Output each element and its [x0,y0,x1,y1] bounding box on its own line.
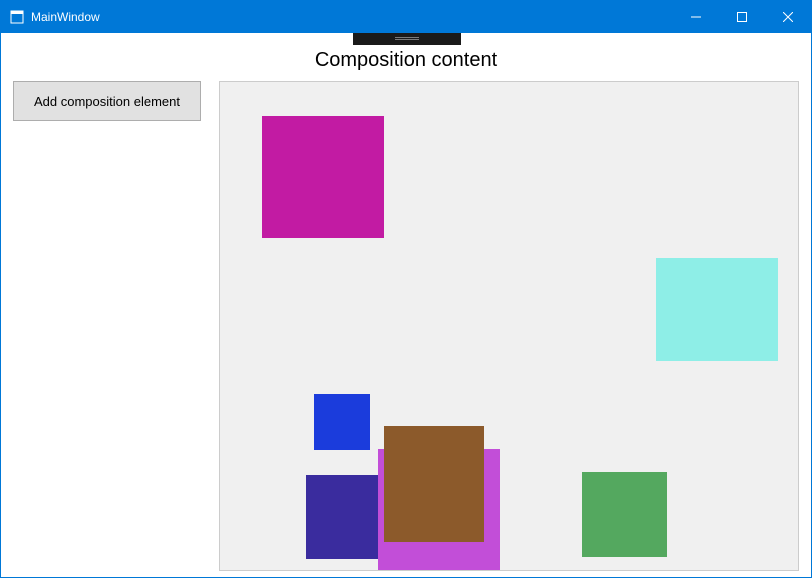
shape-blue-square[interactable] [314,394,370,450]
shape-brown-square[interactable] [384,426,484,542]
client-area: Composition content Add composition elem… [1,33,811,577]
page-title: Composition content [1,49,811,72]
titlebar[interactable]: MainWindow [1,1,811,33]
minimize-button[interactable] [673,1,719,33]
composition-canvas[interactable] [219,81,799,571]
top-dark-strip [353,33,461,45]
add-composition-element-button[interactable]: Add composition element [13,81,201,121]
shape-magenta-square[interactable] [262,116,384,238]
shape-green-square[interactable] [582,472,667,557]
app-icon [9,9,25,25]
shape-cyan-square[interactable] [656,258,778,361]
close-button[interactable] [765,1,811,33]
maximize-button[interactable] [719,1,765,33]
window-title: MainWindow [31,10,100,24]
handle-icon [395,37,419,40]
